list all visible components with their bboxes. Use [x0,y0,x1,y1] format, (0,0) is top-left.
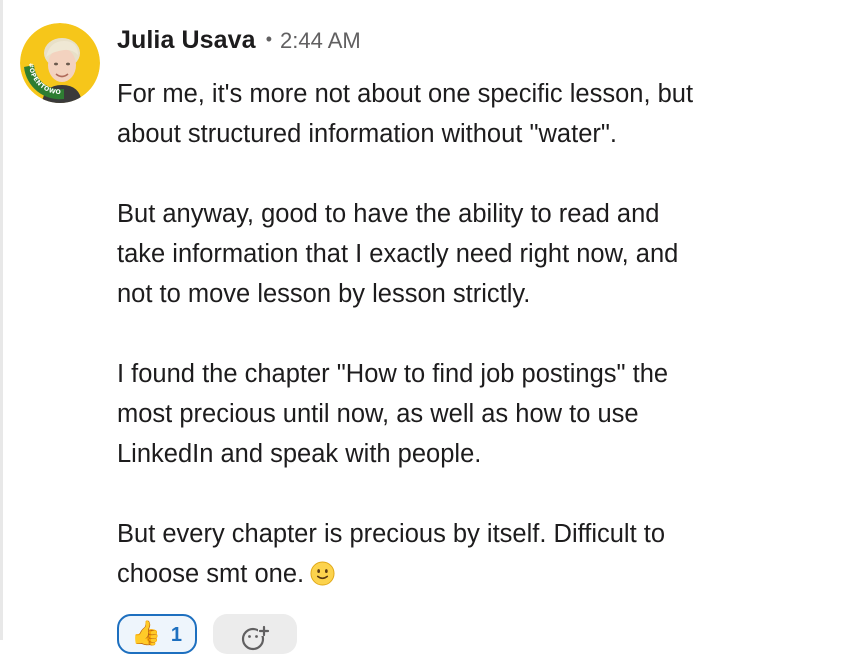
message-line: For me, it's more not about one specific… [117,80,694,108]
message-timestamp[interactable]: 2:44 AM [280,28,361,54]
message-line: about structured information without "wa… [117,120,618,148]
message-line: not to move lesson by lesson strictly. [117,280,531,308]
message-line: choose smt one. [117,554,817,594]
message-line-text: choose smt one. [117,560,305,588]
reaction-count: 1 [170,624,183,646]
reaction-bar: 👍 1 [117,614,297,654]
reaction-thumbs-up[interactable]: 👍 1 [117,614,197,654]
message-line: But every chapter is precious by itself.… [117,520,666,548]
slightly-smiling-face-icon [310,561,335,586]
header-separator: • [265,29,272,49]
message-body: For me, it's more not about one specific… [117,74,817,594]
add-reaction-icon [241,625,270,651]
thumbs-up-icon: 👍 [131,620,161,647]
message-line: But anyway, good to have the ability to … [117,200,660,228]
avatar[interactable]: #OPENTOWORK [20,23,100,103]
message-line: take information that I exactly need rig… [117,240,679,268]
sender-name[interactable]: Julia Usava [117,26,256,55]
message-line: I found the chapter "How to find job pos… [117,360,669,388]
add-reaction-button[interactable] [213,614,297,654]
message-line: LinkedIn and speak with people. [117,440,482,468]
user-avatar-opentowork-icon: #OPENTOWORK [20,23,100,103]
message-content: Julia Usava • 2:44 AM For me, it's more … [117,26,817,594]
message-header: Julia Usava • 2:44 AM [117,26,817,62]
thread-left-border [0,0,3,640]
message-line: most precious until now, as well as how … [117,400,639,428]
